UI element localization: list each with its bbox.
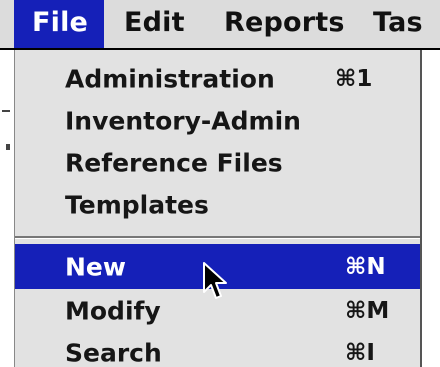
menu-item-shortcut: ⌘I [345, 339, 375, 366]
menu-item-administration[interactable]: Administration ⌘1 [15, 56, 420, 101]
menu-item-shortcut: ⌘M [345, 297, 390, 324]
background-window-mark [6, 144, 10, 150]
menu-item-label: Modify [65, 296, 161, 325]
menu-item-shortcut: ⌘1 [335, 65, 373, 92]
menu-separator [15, 236, 420, 239]
menu-edit[interactable]: Edit [124, 0, 185, 48]
menu-item-label: Administration [65, 64, 275, 93]
menu-item-label: Templates [65, 190, 209, 219]
menu-file[interactable]: File [14, 0, 104, 48]
menu-item-label: Inventory-Admin [65, 106, 301, 135]
background-window-edge [0, 50, 12, 367]
arrow-cursor-icon [203, 262, 227, 299]
menu-item-label: New [65, 252, 126, 281]
file-menu-dropdown: Administration ⌘1 Inventory-Admin Refere… [14, 50, 422, 367]
menu-item-label: Reference Files [65, 148, 283, 177]
background-window-mark [2, 110, 10, 112]
menu-bar: File Edit Reports Tas [0, 0, 440, 50]
menu-item-reference-files[interactable]: Reference Files [15, 140, 420, 185]
menu-item-templates[interactable]: Templates [15, 182, 420, 227]
menu-reports[interactable]: Reports [224, 0, 345, 48]
menu-item-search[interactable]: Search ⌘I [15, 330, 420, 367]
menu-tasks[interactable]: Tas [373, 0, 423, 48]
menu-item-label: Search [65, 338, 162, 367]
menu-item-shortcut: ⌘N [345, 253, 386, 280]
menu-item-inventory-admin[interactable]: Inventory-Admin [15, 98, 420, 143]
